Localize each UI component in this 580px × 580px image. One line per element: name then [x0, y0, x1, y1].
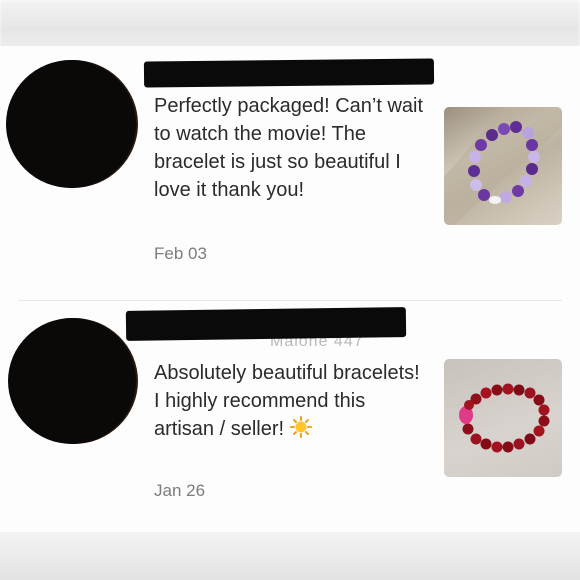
purple-bead-bracelet-photo[interactable] — [444, 107, 562, 225]
review-comment: Absolutely beautiful bracelets! I highly… — [154, 359, 429, 443]
top-blurred-edge — [0, 0, 580, 48]
sun-emoji-icon — [289, 416, 312, 438]
divider — [18, 300, 562, 301]
bottom-blurred-edge — [0, 532, 580, 580]
avatar[interactable] — [8, 318, 136, 444]
avatar[interactable] — [6, 60, 136, 188]
review-item: Malone 447 Absolutely beautiful bracelet… — [0, 303, 580, 533]
review-comment-text: Absolutely beautiful bracelets! I highly… — [154, 362, 420, 440]
review-comment: Perfectly packaged! Can’t wait to watch … — [154, 95, 424, 201]
review-date: Feb 03 — [154, 244, 207, 263]
review-date: Jan 26 — [154, 481, 206, 500]
reviewer-name-redaction — [143, 58, 435, 88]
reviewer-name-redaction — [125, 307, 407, 341]
red-bead-bracelet-photo[interactable] — [444, 359, 562, 477]
review-item: 88 Perfectly packaged! Can’t wait to wat… — [0, 52, 580, 297]
